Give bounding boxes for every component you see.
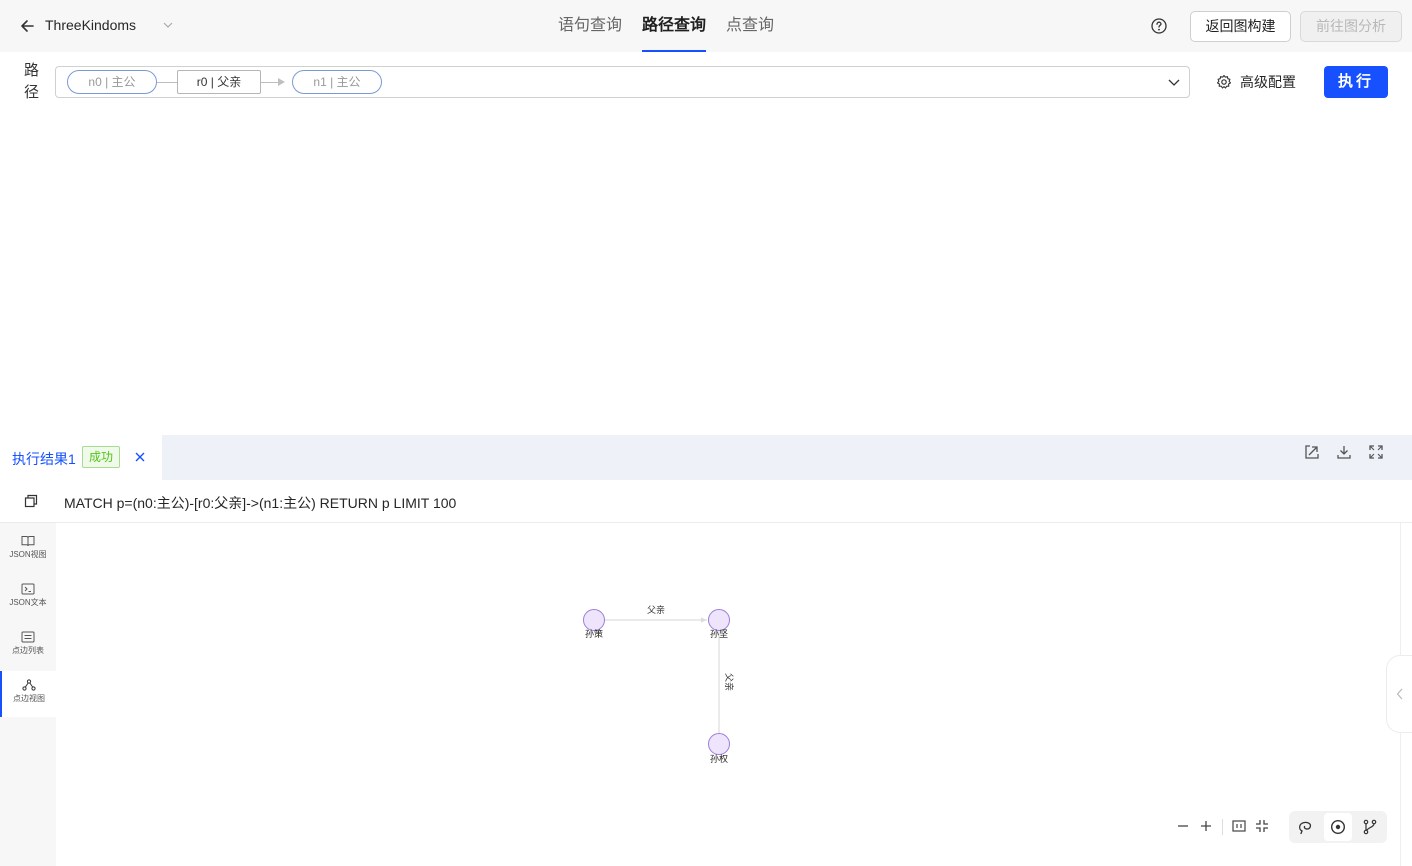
fullscreen-icon[interactable] bbox=[1368, 444, 1384, 460]
graph-node[interactable] bbox=[583, 609, 605, 631]
path-label: 路径 bbox=[24, 62, 40, 101]
tab-vertex-query[interactable]: 点查询 bbox=[726, 0, 774, 52]
result-tab[interactable]: 执行结果1 成功 bbox=[0, 435, 162, 480]
view-json-text[interactable]: JSON文本 bbox=[0, 575, 56, 621]
graph-canvas[interactable]: 父亲 父亲 孙策 孙坚 孙权 bbox=[56, 523, 1400, 866]
path-builder[interactable]: n0 | 主公 r0 | 父亲 n1 | 主公 bbox=[55, 66, 1190, 98]
fit-view-icon[interactable] bbox=[1231, 818, 1247, 834]
help-icon[interactable] bbox=[1150, 17, 1168, 35]
view-json-tree[interactable]: JSON视图 bbox=[0, 527, 56, 573]
arrow-right-icon bbox=[701, 617, 707, 623]
view-vertex-edge-graph[interactable]: 点边视图 bbox=[0, 671, 56, 717]
path-connector bbox=[261, 82, 279, 83]
gear-icon bbox=[1216, 74, 1232, 89]
layout-tool-group bbox=[1289, 811, 1387, 843]
query-mode-tabs: 语句查询 路径查询 点查询 bbox=[548, 0, 784, 52]
arrow-left-icon[interactable] bbox=[18, 16, 38, 36]
branch-icon bbox=[1363, 819, 1377, 835]
advanced-config-label: 高级配置 bbox=[1240, 74, 1296, 90]
query-statement: MATCH p=(n0:主公)-[r0:父亲]->(n1:主公) RETURN … bbox=[64, 495, 457, 511]
branch-tool-button[interactable] bbox=[1356, 813, 1384, 841]
close-icon[interactable] bbox=[133, 450, 147, 464]
end-node-pill[interactable]: n1 | 主公 bbox=[292, 70, 382, 94]
graph-node[interactable] bbox=[708, 609, 730, 631]
tab-statement-query[interactable]: 语句查询 bbox=[558, 0, 622, 52]
graph-node-label: 孙权 bbox=[710, 753, 728, 765]
zoom-in-icon[interactable] bbox=[1198, 818, 1214, 834]
tab-path-query[interactable]: 路径查询 bbox=[642, 0, 707, 52]
path-connector bbox=[157, 82, 177, 83]
chevron-down-icon[interactable] bbox=[161, 18, 175, 32]
view-label: 点边列表 bbox=[12, 646, 44, 655]
view-label: JSON文本 bbox=[9, 598, 47, 607]
side-panel-toggle[interactable] bbox=[1386, 655, 1412, 733]
arrow-right-icon bbox=[278, 78, 285, 86]
back-to-build-button[interactable]: 返回图构建 bbox=[1190, 11, 1291, 42]
goto-analysis-button[interactable]: 前往图分析 bbox=[1300, 11, 1402, 42]
target-icon bbox=[1330, 819, 1346, 835]
view-label: JSON视图 bbox=[9, 550, 47, 559]
result-tabs-bar: 执行结果1 成功 bbox=[0, 435, 1412, 480]
graph-node[interactable] bbox=[708, 733, 730, 755]
view-switcher: JSON视图 JSON文本 点边列表 点边视图 bbox=[0, 523, 56, 866]
view-label: 点边视图 bbox=[13, 694, 45, 703]
chevron-left-icon bbox=[1396, 688, 1403, 700]
graph-node-label: 孙坚 bbox=[710, 628, 728, 640]
zoom-out-icon[interactable] bbox=[1175, 818, 1191, 834]
top-bar: ThreeKindoms 语句查询 路径查询 点查询 返回图构建 前往图分析 bbox=[0, 0, 1412, 52]
view-vertex-edge-list[interactable]: 点边列表 bbox=[0, 623, 56, 669]
download-icon[interactable] bbox=[1336, 444, 1352, 460]
compress-icon[interactable] bbox=[1254, 818, 1270, 834]
book-icon bbox=[21, 536, 35, 547]
export-icon[interactable] bbox=[1304, 444, 1320, 460]
advanced-config-button[interactable]: 高级配置 bbox=[1216, 72, 1296, 92]
query-statement-row: MATCH p=(n0:主公)-[r0:父亲]->(n1:主公) RETURN … bbox=[0, 480, 1412, 523]
result-tab-title: 执行结果1 bbox=[12, 451, 76, 467]
chevron-down-icon[interactable] bbox=[1167, 75, 1181, 89]
list-icon bbox=[21, 631, 35, 643]
start-node-pill[interactable]: n0 | 主公 bbox=[67, 70, 157, 94]
lasso-tool-button[interactable] bbox=[1291, 813, 1319, 841]
copy-icon[interactable] bbox=[24, 494, 38, 508]
graph-name[interactable]: ThreeKindoms bbox=[45, 17, 136, 33]
toolbar-divider bbox=[1222, 819, 1223, 835]
graph-icon bbox=[22, 679, 36, 691]
graph-svg[interactable]: 父亲 父亲 孙策 孙坚 孙权 bbox=[56, 523, 1400, 866]
status-badge: 成功 bbox=[82, 446, 121, 468]
code-icon bbox=[21, 583, 35, 595]
edge-pill[interactable]: r0 | 父亲 bbox=[177, 70, 261, 94]
lasso-icon bbox=[1298, 821, 1312, 835]
graph-edge-label: 父亲 bbox=[723, 673, 735, 691]
app-root: ThreeKindoms 语句查询 路径查询 点查询 返回图构建 前往图分析 路… bbox=[0, 0, 1412, 866]
run-button[interactable]: 执行 bbox=[1324, 66, 1388, 98]
graph-edge-label: 父亲 bbox=[647, 604, 665, 616]
graph-node-label: 孙策 bbox=[585, 628, 603, 640]
focus-tool-button[interactable] bbox=[1324, 813, 1352, 841]
